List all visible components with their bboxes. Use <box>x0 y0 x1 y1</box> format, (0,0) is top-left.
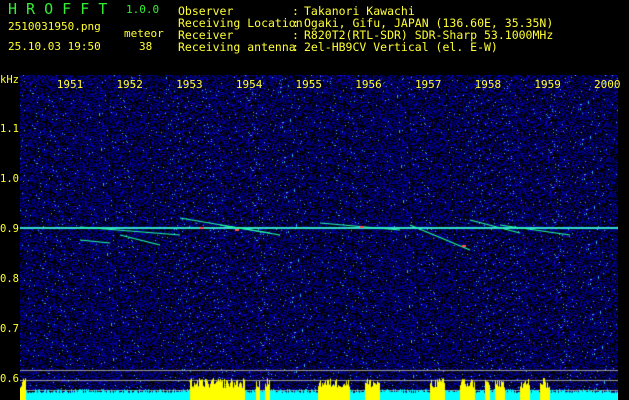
y-tick-label: 0.8 <box>0 273 19 285</box>
info-antenna-label: Receiving antenna <box>178 40 296 54</box>
file-name: 2510031950.png <box>8 20 101 33</box>
y-tick-label: 1.1 <box>0 123 19 135</box>
x-tick-label: 1953 <box>176 78 203 91</box>
x-tick-label: 2000 <box>594 78 621 91</box>
meteor-count: 38 <box>139 40 153 53</box>
info-separator: : <box>292 40 299 54</box>
file-datetime: 25.10.03 19:50 <box>8 40 101 53</box>
x-tick-label: 1956 <box>355 78 382 91</box>
x-tick-label: 1951 <box>56 78 84 91</box>
x-tick-label: 1957 <box>414 78 442 91</box>
meteor-label: meteor <box>124 27 164 40</box>
x-tick-label: 1954 <box>235 78 263 91</box>
x-tick-label: 1959 <box>534 78 561 91</box>
spectrogram <box>20 75 618 400</box>
app-title: H R O F F T <box>8 0 108 18</box>
x-tick-label: 1958 <box>474 78 502 91</box>
x-tick-label: 1955 <box>295 78 323 91</box>
app-version: 1.0.0 <box>126 3 160 16</box>
y-unit-label: kHz <box>0 74 19 86</box>
x-tick-label: 1952 <box>116 78 143 91</box>
y-tick-label: 0.9 <box>0 223 19 235</box>
info-antenna-value: 2el-HB9CV Vertical (el. E-W) <box>304 40 498 54</box>
y-tick-label: 0.6 <box>0 373 19 385</box>
y-tick-label: 1.0 <box>0 173 19 185</box>
y-tick-label: 0.7 <box>0 323 19 335</box>
